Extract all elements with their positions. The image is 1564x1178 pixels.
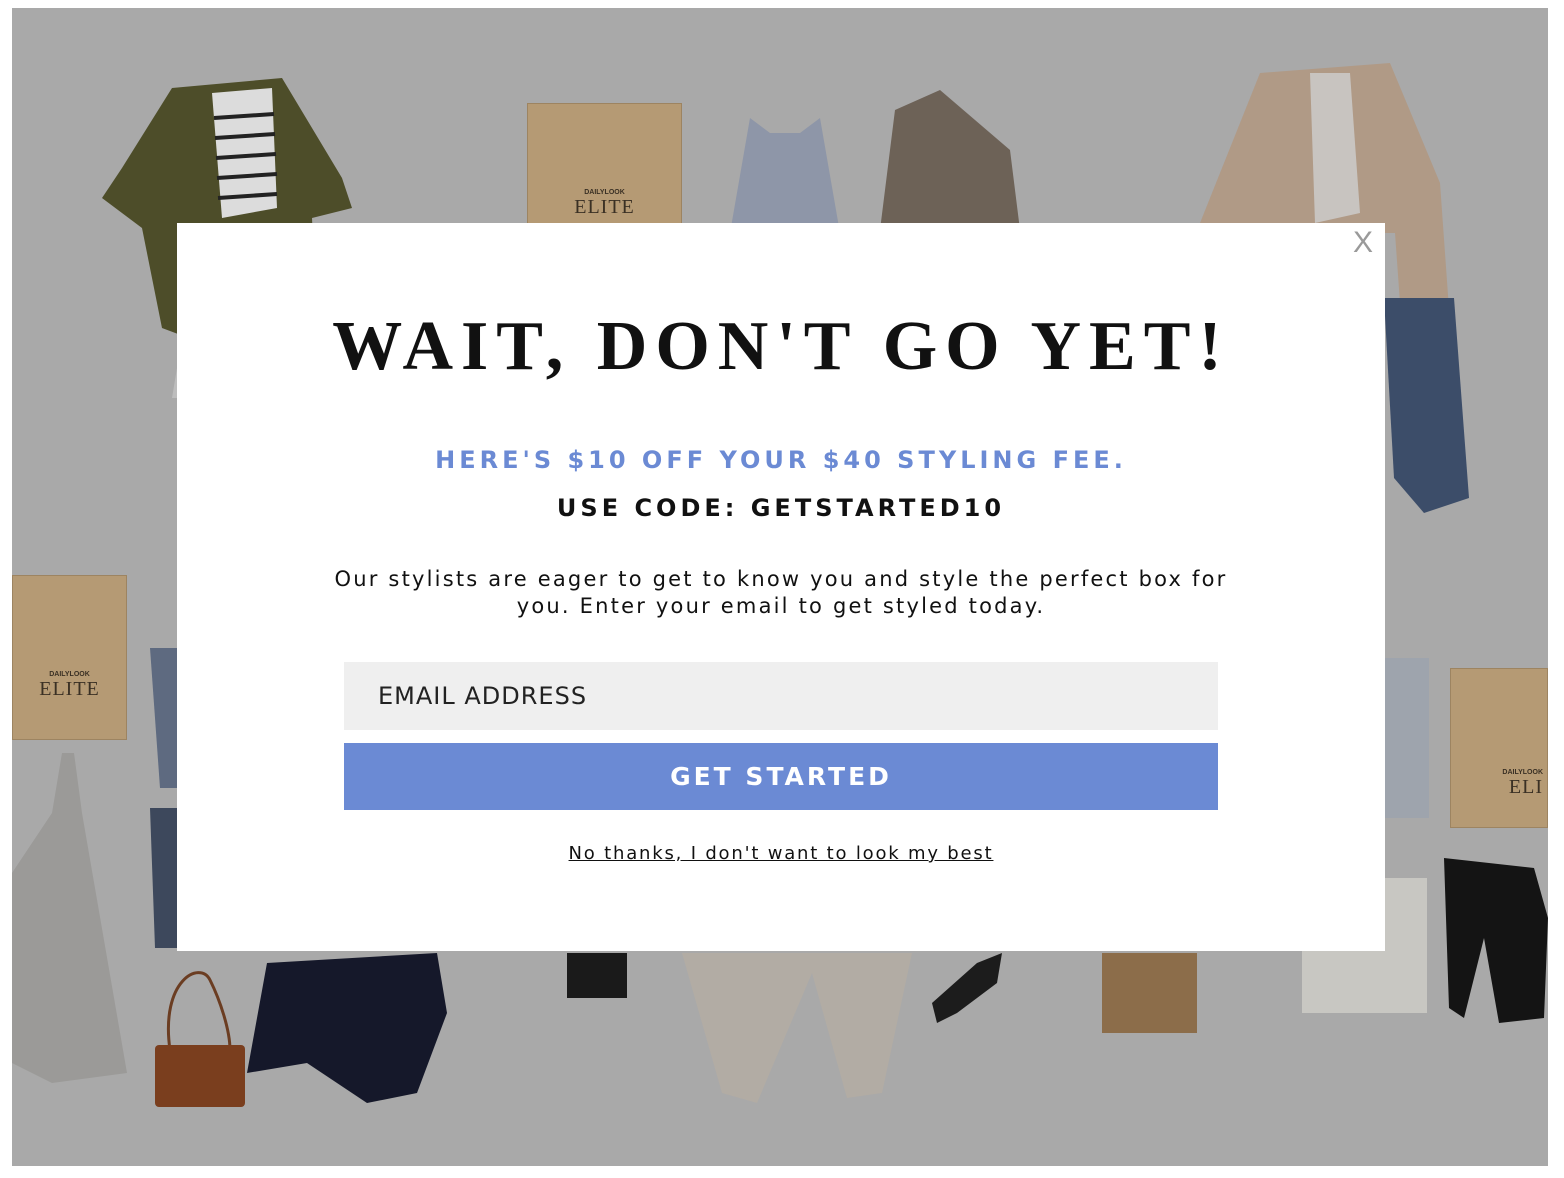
box-brand-small-right: DAILYLOOK — [1502, 769, 1543, 776]
box-brand-big-left: ELITE — [39, 678, 100, 700]
box-brand-big: ELITE — [574, 196, 635, 218]
tan-jacket-image — [880, 90, 1020, 230]
elite-box-left-image: DAILYLOOK ELITE — [12, 575, 127, 740]
slip-dress-image — [12, 753, 127, 1083]
boots-image — [567, 953, 627, 998]
close-button[interactable]: X — [1347, 225, 1379, 261]
modal-description: Our stylists are eager to get to know yo… — [334, 567, 1228, 618]
elite-box-right-image: DAILYLOOK ELI — [1450, 668, 1548, 828]
black-pants-image — [247, 953, 447, 1103]
handbag-image — [150, 960, 250, 1110]
elite-box-image: DAILYLOOK ELITE — [527, 103, 682, 233]
beige-pants-image — [682, 953, 912, 1103]
box-brand-small-left: DAILYLOOK — [49, 671, 90, 678]
box-brand-big-right: ELI — [1508, 776, 1543, 798]
exit-intent-modal: X WAIT, DON'T GO YET! HERE'S $10 OFF YOU… — [177, 223, 1385, 951]
blue-top-image — [730, 118, 840, 233]
camel-coat-image — [1102, 953, 1197, 1033]
black-jeans-image — [1444, 858, 1548, 1023]
email-input[interactable] — [344, 662, 1218, 730]
get-started-button[interactable]: GET STARTED — [344, 743, 1218, 810]
decline-link[interactable]: No thanks, I don't want to look my best — [177, 843, 1385, 864]
offer-text: HERE'S $10 OFF YOUR $40 STYLING FEE. — [435, 446, 1127, 474]
promo-code-text: USE CODE: GETSTARTED10 — [556, 494, 1006, 522]
heels-image — [927, 953, 1002, 1028]
jeans-image — [1384, 298, 1469, 513]
striped-shirt-image — [1384, 658, 1429, 818]
modal-headline: WAIT, DON'T GO YET! — [332, 308, 1230, 385]
box-brand-small: DAILYLOOK — [584, 189, 625, 196]
